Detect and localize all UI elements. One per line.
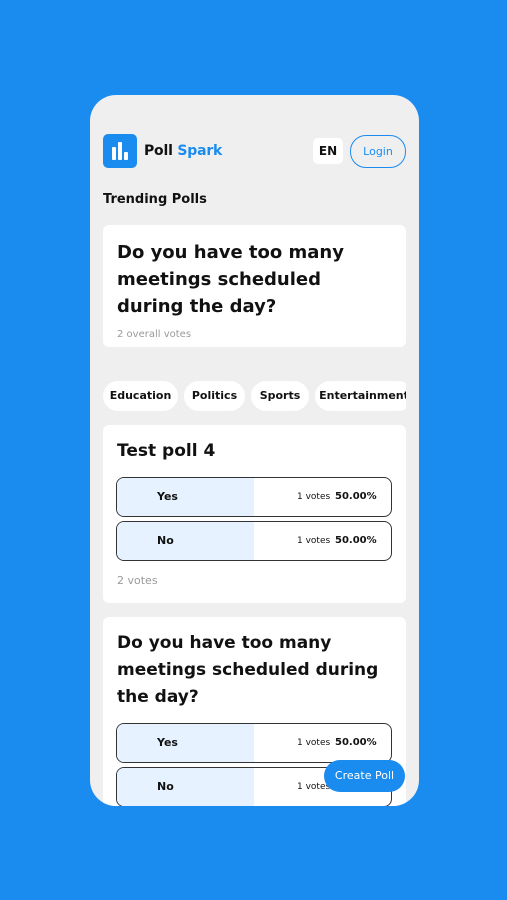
option-percent: 50.00%	[335, 737, 377, 748]
option-fill-bar	[117, 724, 254, 762]
poll-option-yes[interactable]: Yes 1 votes 50.00%	[116, 477, 392, 517]
brand-part-2: Spark	[177, 143, 223, 159]
brand-part-1: Poll	[144, 143, 173, 159]
poll-option-no[interactable]: No 1 votes 50.00%	[116, 521, 392, 561]
create-poll-button[interactable]: Create Poll	[324, 760, 405, 792]
option-fill-bar	[117, 478, 254, 516]
poll-chart-icon[interactable]	[103, 134, 137, 168]
option-label: Yes	[157, 736, 178, 749]
category-chip-education[interactable]: Education	[103, 381, 178, 411]
poll-total-votes: 2 votes	[117, 574, 158, 587]
category-chip-politics[interactable]: Politics	[184, 381, 245, 411]
category-chip-entertainment[interactable]: Entertainment	[315, 381, 406, 411]
language-selector[interactable]: EN	[313, 138, 343, 164]
option-label: No	[157, 534, 174, 547]
poll-option-yes[interactable]: Yes 1 votes 50.00%	[116, 723, 392, 763]
poll-title: Test poll 4	[117, 441, 216, 461]
option-votes: 1 votes	[297, 738, 331, 748]
poll-card: Test poll 4 Yes 1 votes 50.00% No 1 vote…	[103, 425, 406, 603]
option-label: Yes	[157, 490, 178, 503]
login-button[interactable]: Login	[350, 135, 406, 168]
brand-name[interactable]: Poll Spark	[144, 143, 222, 159]
option-fill-bar	[117, 522, 254, 560]
phone-frame: Poll Spark EN Login Trending Polls Do yo…	[90, 95, 419, 806]
trending-poll-card[interactable]: Do you have too many meetings scheduled …	[103, 225, 406, 347]
category-chip-sports[interactable]: Sports	[251, 381, 309, 411]
category-chips: Education Politics Sports Entertainment	[103, 381, 406, 411]
poll-title: Do you have too many meetings scheduled …	[117, 633, 379, 707]
app-header: Poll Spark EN Login	[103, 134, 406, 170]
option-label: No	[157, 780, 174, 793]
section-title: Trending Polls	[103, 192, 207, 207]
option-votes: 1 votes	[297, 536, 331, 546]
option-percent: 50.00%	[335, 535, 377, 546]
trending-poll-votes: 2 overall votes	[117, 329, 192, 340]
option-fill-bar	[117, 768, 254, 806]
trending-poll-question: Do you have too many meetings scheduled …	[117, 242, 344, 317]
option-votes: 1 votes	[297, 492, 331, 502]
option-percent: 50.00%	[335, 491, 377, 502]
